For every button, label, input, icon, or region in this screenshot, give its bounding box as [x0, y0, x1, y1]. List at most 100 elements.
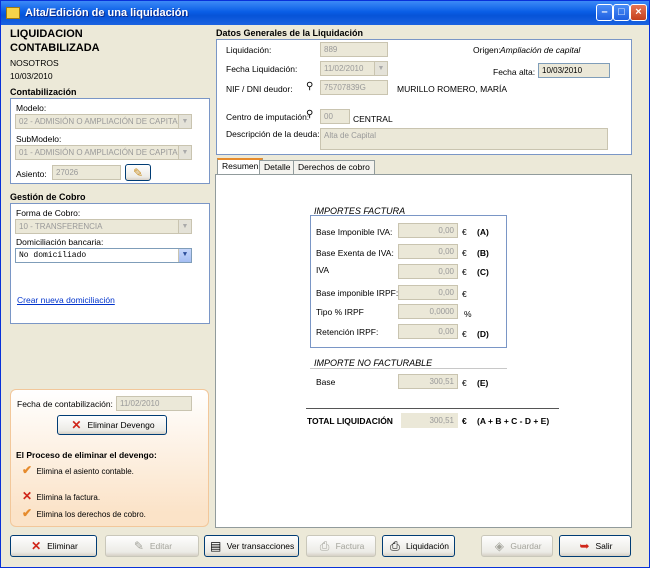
currency-symbol: €: [462, 267, 467, 277]
tab-detalle[interactable]: Detalle: [259, 160, 296, 175]
importe-field[interactable]: 0,00: [398, 324, 458, 339]
exit-icon: ➥: [579, 539, 590, 553]
eliminar-label: Eliminar: [47, 541, 78, 551]
currency-symbol: €: [462, 227, 467, 237]
domiciliacion-label: Domiciliación bancaria:: [16, 237, 104, 247]
contabilizacion-title: Contabilización: [10, 87, 77, 97]
importe-tag: (A): [477, 227, 489, 237]
search-icon[interactable]: ⚲: [306, 109, 313, 120]
base-field[interactable]: 300,51: [398, 374, 458, 389]
editar-button[interactable]: ✎ Editar: [105, 535, 199, 557]
no-facturable-title: IMPORTE NO FACTURABLE: [314, 358, 433, 368]
origen-value: Ampliación de capital: [500, 45, 581, 55]
importe-tag: (B): [477, 248, 489, 258]
process-step: ✔ Elimina el asiento contable.: [20, 464, 134, 476]
descripcion-label: Descripción de la deuda:: [226, 129, 320, 139]
title-bar: Alta/Edición de una liquidación – □ ×: [1, 1, 649, 25]
chevron-down-icon[interactable]: ▼: [178, 146, 191, 159]
fecha-alta-field[interactable]: 10/03/2010: [538, 63, 610, 78]
header-date: 10/03/2010: [10, 71, 53, 81]
fecha-contabilizacion-field[interactable]: 11/02/2010: [116, 396, 192, 411]
importe-field[interactable]: 0,00: [398, 285, 458, 300]
centro-field[interactable]: 00: [320, 109, 350, 124]
asiento-label: Asiento:: [16, 169, 47, 179]
importe-label: Retención IRPF:: [316, 327, 379, 337]
eliminar-devengo-button[interactable]: ✕ Eliminar Devengo: [57, 415, 167, 435]
crear-domiciliacion-link[interactable]: Crear nueva domiciliación: [17, 295, 115, 305]
importe-tag: (D): [477, 329, 489, 339]
close-button[interactable]: ×: [630, 4, 647, 21]
chevron-down-icon[interactable]: ▼: [374, 62, 387, 75]
origen-label: Origen:: [473, 45, 501, 55]
asiento-field[interactable]: 27026: [52, 165, 121, 180]
tab-resumen[interactable]: Resumen: [217, 158, 264, 174]
liquidacion-button[interactable]: ⎙ Liquidación: [382, 535, 455, 557]
chevron-down-icon[interactable]: ▼: [178, 115, 191, 128]
edit-asiento-button[interactable]: ✎: [125, 164, 151, 181]
importe-label: Base imponible IRPF:: [316, 288, 399, 298]
list-icon: ▤: [210, 539, 222, 553]
guardar-label: Guardar: [510, 541, 542, 551]
process-step-text: Elimina la factura.: [36, 493, 101, 502]
fecha-liquidacion-label: Fecha Liquidación:: [226, 64, 298, 74]
eliminar-button[interactable]: ✕ Eliminar: [10, 535, 97, 557]
salir-button[interactable]: ➥ Salir: [559, 535, 631, 557]
centro-name: CENTRAL: [353, 114, 393, 124]
importe-field[interactable]: 0,00: [398, 264, 458, 279]
datos-title: Datos Generales de la Liquidación: [216, 28, 364, 38]
printer-icon: ⎙: [319, 539, 330, 553]
process-step: ✔ Elimina los derechos de cobro.: [20, 507, 146, 519]
fecha-contabilizacion-label: Fecha de contabilización:: [17, 399, 113, 409]
company-name: NOSOTROS: [10, 58, 59, 68]
editar-label: Editar: [149, 541, 173, 551]
modelo-value: 02 - ADMISIÓN O AMPLIACIÓN DE CAPITA: [19, 117, 178, 126]
fecha-alta-label: Fecha alta:: [493, 67, 536, 77]
currency-symbol: €: [462, 416, 467, 426]
importe-field[interactable]: 0,00: [398, 244, 458, 259]
importe-tag: (C): [477, 267, 489, 277]
nif-field[interactable]: 75707839G: [320, 80, 388, 95]
printer-icon: ⎙: [390, 539, 400, 553]
modelo-select[interactable]: 02 - ADMISIÓN O AMPLIACIÓN DE CAPITA ▼: [15, 114, 192, 129]
fecha-liquidacion-field[interactable]: 11/02/2010 ▼: [320, 61, 388, 76]
ver-transacciones-button[interactable]: ▤ Ver transacciones: [204, 535, 299, 557]
forma-cobro-select[interactable]: 10 - TRANSFERENCIA ▼: [15, 219, 192, 234]
importe-tag: (E): [477, 378, 489, 388]
folder-icon: [6, 7, 20, 19]
minimize-button[interactable]: –: [596, 4, 613, 21]
domiciliacion-select[interactable]: No domiciliado ▼: [15, 248, 192, 263]
close-icon: ✕: [31, 539, 42, 553]
liquidacion-label: Liquidación: [405, 541, 449, 551]
factura-button[interactable]: ⎙ Factura: [306, 535, 376, 557]
liquidacion-field[interactable]: 889: [320, 42, 388, 57]
submodelo-label: SubModelo:: [16, 134, 62, 144]
importe-field[interactable]: 0,00: [398, 223, 458, 238]
percent-symbol: %: [464, 309, 472, 319]
status-title-line1: LIQUIDACION: [10, 28, 83, 40]
domiciliacion-value: No domiciliado: [19, 251, 87, 260]
process-title: El Proceso de eliminar el devengo:: [16, 450, 157, 460]
save-icon: ◈: [494, 539, 505, 553]
ver-transacciones-label: Ver transacciones: [226, 541, 295, 551]
status-title-line2: CONTABILIZADA: [10, 42, 100, 54]
process-step: ✕ Elimina la factura.: [20, 490, 100, 502]
forma-cobro-value: 10 - TRANSFERENCIA: [19, 222, 103, 231]
submodelo-select[interactable]: 01 - ADMISIÓN O AMPLIACIÓN DE CAPITA ▼: [15, 145, 192, 160]
currency-symbol: €: [462, 329, 467, 339]
chevron-down-icon[interactable]: ▼: [178, 220, 191, 233]
process-step-text: Elimina los derechos de cobro.: [36, 510, 146, 519]
tab-derechos-cobro[interactable]: Derechos de cobro: [293, 160, 375, 175]
maximize-button[interactable]: □: [613, 4, 630, 21]
guardar-button[interactable]: ◈ Guardar: [481, 535, 553, 557]
submodelo-value: 01 - ADMISIÓN O AMPLIACIÓN DE CAPITA: [19, 148, 178, 157]
total-formula: (A + B + C - D + E): [477, 416, 550, 426]
close-icon: ✕: [21, 489, 33, 503]
search-icon[interactable]: ⚲: [306, 81, 313, 92]
centro-label: Centro de imputación:: [226, 112, 310, 122]
descripcion-field[interactable]: Alta de Capital: [320, 128, 608, 150]
importe-label: IVA: [316, 265, 330, 275]
importe-label: Base Imponible IVA:: [316, 227, 393, 237]
currency-symbol: €: [462, 289, 467, 299]
chevron-down-icon[interactable]: ▼: [178, 249, 191, 262]
importe-field[interactable]: 0,0000: [398, 304, 458, 319]
